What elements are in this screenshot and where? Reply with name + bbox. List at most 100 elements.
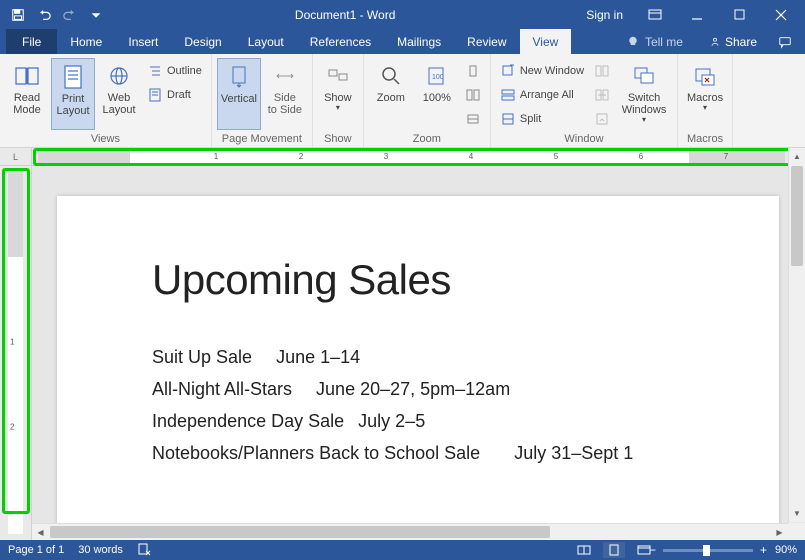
chevron-down-icon: ▾ bbox=[703, 104, 707, 113]
sync-scrolling-button[interactable] bbox=[590, 84, 614, 106]
tab-view[interactable]: View bbox=[520, 29, 572, 54]
split-icon bbox=[500, 111, 516, 127]
page-width-icon bbox=[465, 111, 481, 127]
group-label-window: Window bbox=[496, 132, 672, 147]
ribbon: Read Mode Print Layout Web Layout Outlin… bbox=[0, 54, 805, 148]
new-window-button[interactable]: New Window bbox=[496, 60, 588, 82]
tab-mailings[interactable]: Mailings bbox=[384, 29, 454, 54]
scroll-left-icon[interactable]: ◀ bbox=[32, 524, 49, 540]
signin-button[interactable]: Sign in bbox=[576, 4, 633, 26]
tab-insert[interactable]: Insert bbox=[115, 29, 171, 54]
tab-design[interactable]: Design bbox=[171, 29, 234, 54]
web-layout-icon bbox=[105, 62, 133, 90]
reset-position-icon bbox=[594, 111, 610, 127]
group-window: New Window Arrange All Split Switch Wind… bbox=[491, 54, 678, 147]
group-label-zoom: Zoom bbox=[369, 132, 485, 147]
maximize-button[interactable] bbox=[719, 0, 759, 29]
qat-customize-icon[interactable] bbox=[84, 3, 108, 27]
zoom-in-icon[interactable]: + bbox=[760, 543, 767, 557]
arrange-all-button[interactable]: Arrange All bbox=[496, 84, 588, 106]
print-layout-button[interactable]: Print Layout bbox=[51, 58, 95, 130]
multiple-pages-button[interactable] bbox=[461, 84, 485, 106]
view-side-by-side-button[interactable] bbox=[590, 60, 614, 82]
read-mode-button[interactable]: Read Mode bbox=[5, 58, 49, 130]
ribbon-display-options-icon[interactable] bbox=[635, 0, 675, 29]
document-line[interactable]: Suit Up SaleJune 1–14 bbox=[152, 346, 694, 368]
close-button[interactable] bbox=[761, 0, 801, 29]
vertical-ruler[interactable]: 1 2 bbox=[0, 166, 32, 540]
status-page[interactable]: Page 1 of 1 bbox=[8, 544, 64, 556]
tab-review[interactable]: Review bbox=[454, 29, 519, 54]
redo-icon[interactable] bbox=[58, 3, 82, 27]
svg-text:100: 100 bbox=[432, 74, 444, 81]
outline-button[interactable]: Outline bbox=[143, 60, 206, 82]
one-page-button[interactable] bbox=[461, 60, 485, 82]
zoom-out-icon[interactable]: − bbox=[649, 543, 656, 557]
print-layout-view-icon[interactable] bbox=[603, 542, 625, 558]
horizontal-ruler[interactable]: L 1 2 3 4 5 6 7 bbox=[0, 148, 805, 166]
group-macros: Macros▾ Macros bbox=[678, 54, 733, 147]
print-layout-icon bbox=[59, 63, 87, 91]
signin-label: Sign in bbox=[586, 8, 623, 22]
tell-me-label: Tell me bbox=[645, 35, 683, 49]
document-line[interactable]: Independence Day SaleJuly 2–5 bbox=[152, 410, 694, 432]
zoom-slider[interactable]: − + bbox=[663, 549, 753, 552]
scroll-down-icon[interactable]: ▼ bbox=[789, 505, 805, 522]
share-button[interactable]: Share bbox=[701, 35, 765, 49]
tell-me-input[interactable]: Tell me bbox=[617, 35, 693, 49]
scrollbar-thumb[interactable] bbox=[50, 526, 550, 538]
document-heading[interactable]: Upcoming Sales bbox=[152, 256, 694, 304]
tab-references[interactable]: References bbox=[297, 29, 384, 54]
scroll-right-icon[interactable]: ▶ bbox=[771, 524, 788, 540]
group-label-views: Views bbox=[5, 132, 206, 147]
zoom-slider-knob[interactable] bbox=[703, 545, 710, 556]
undo-icon[interactable] bbox=[32, 3, 56, 27]
page-width-button[interactable] bbox=[461, 108, 485, 130]
arrange-all-icon bbox=[500, 87, 516, 103]
document-line[interactable]: All-Night All-StarsJune 20–27, 5pm–12am bbox=[152, 378, 694, 400]
vertical-icon bbox=[225, 63, 253, 91]
status-words[interactable]: 30 words bbox=[78, 544, 123, 556]
save-icon[interactable] bbox=[6, 3, 30, 27]
chevron-down-icon: ▾ bbox=[642, 116, 646, 125]
tab-home[interactable]: Home bbox=[57, 29, 115, 54]
proofing-icon[interactable] bbox=[137, 542, 151, 559]
vertical-button[interactable]: Vertical bbox=[217, 58, 261, 130]
zoom-button[interactable]: Zoom bbox=[369, 58, 413, 130]
read-mode-icon bbox=[13, 62, 41, 90]
scrollbar-thumb[interactable] bbox=[791, 166, 803, 266]
show-icon bbox=[324, 62, 352, 90]
reset-window-position-button[interactable] bbox=[590, 108, 614, 130]
read-mode-view-icon[interactable] bbox=[573, 542, 595, 558]
document-line[interactable]: Notebooks/Planners Back to School SaleJu… bbox=[152, 442, 694, 464]
macros-button[interactable]: Macros▾ bbox=[683, 58, 727, 130]
draft-button[interactable]: Draft bbox=[143, 84, 206, 106]
split-button[interactable]: Split bbox=[496, 108, 588, 130]
group-page-movement: Vertical Side to Side Page Movement bbox=[212, 54, 313, 147]
vertical-scrollbar[interactable]: ▲ ▼ bbox=[788, 148, 805, 522]
document-title: Document1 - Word bbox=[114, 8, 576, 22]
zoom-level[interactable]: 90% bbox=[775, 544, 797, 556]
group-label-macros: Macros bbox=[683, 132, 727, 147]
share-label: Share bbox=[725, 35, 757, 49]
group-zoom: Zoom 100100% Zoom bbox=[364, 54, 491, 147]
minimize-button[interactable] bbox=[677, 0, 717, 29]
status-bar: Page 1 of 1 30 words − + 90% bbox=[0, 540, 805, 560]
outline-icon bbox=[147, 63, 163, 79]
web-layout-button[interactable]: Web Layout bbox=[97, 58, 141, 130]
tab-layout[interactable]: Layout bbox=[235, 29, 297, 54]
tab-selector[interactable]: L bbox=[0, 148, 32, 165]
group-label-show: Show bbox=[318, 132, 358, 147]
show-button[interactable]: Show▾ bbox=[318, 58, 358, 130]
zoom-100-button[interactable]: 100100% bbox=[415, 58, 459, 130]
scroll-up-icon[interactable]: ▲ bbox=[789, 148, 805, 165]
multiple-pages-icon bbox=[465, 87, 481, 103]
title-bar: Document1 - Word Sign in bbox=[0, 0, 805, 29]
macros-icon bbox=[691, 62, 719, 90]
switch-windows-button[interactable]: Switch Windows▾ bbox=[616, 58, 672, 130]
horizontal-scrollbar[interactable]: ◀ ▶ bbox=[32, 523, 788, 540]
side-to-side-button[interactable]: Side to Side bbox=[263, 58, 307, 130]
document-page[interactable]: Upcoming Sales Suit Up SaleJune 1–14 All… bbox=[57, 196, 779, 540]
comments-icon[interactable] bbox=[773, 27, 797, 56]
tab-file[interactable]: File bbox=[6, 29, 57, 54]
